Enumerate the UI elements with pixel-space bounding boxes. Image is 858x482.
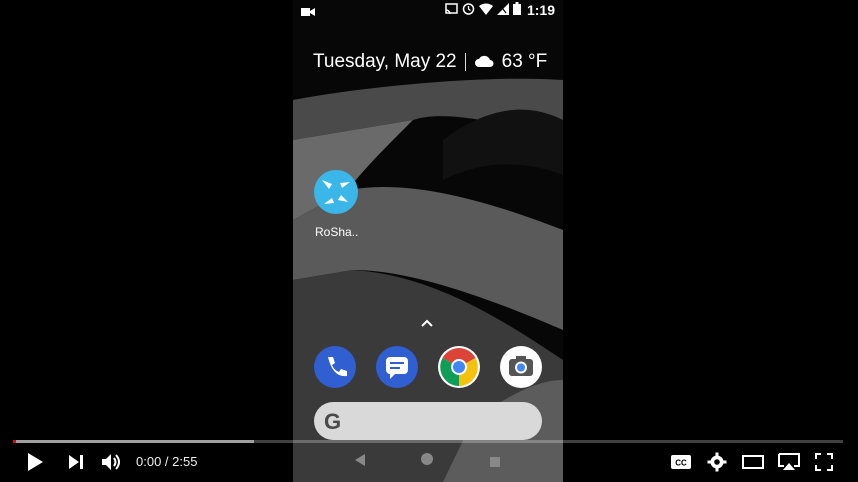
settings-gear-icon[interactable] bbox=[707, 451, 727, 473]
next-button[interactable] bbox=[68, 451, 84, 473]
recents-icon[interactable] bbox=[490, 454, 500, 472]
rosha-app-icon[interactable] bbox=[314, 170, 358, 214]
chrome-icon[interactable] bbox=[438, 346, 480, 388]
messages-icon[interactable] bbox=[376, 346, 418, 388]
time-display: 0:00 / 2:55 bbox=[136, 454, 198, 469]
back-icon[interactable] bbox=[355, 453, 365, 471]
google-search-bar[interactable]: G bbox=[314, 402, 542, 440]
played-bar bbox=[13, 440, 16, 443]
camera-icon[interactable] bbox=[500, 346, 542, 388]
cloud-icon bbox=[474, 51, 494, 73]
wifi-icon bbox=[478, 2, 493, 18]
airplay-icon[interactable] bbox=[778, 451, 800, 473]
phone-screen: 1:19 Tuesday, May 22 63 °F RoSha.. G bbox=[293, 0, 563, 482]
buffer-bar bbox=[13, 440, 254, 443]
alarm-icon bbox=[462, 2, 475, 18]
android-nav-bar bbox=[293, 446, 563, 476]
status-bar: 1:19 bbox=[293, 0, 563, 24]
weather-text: 63 °F bbox=[501, 51, 548, 72]
cast-icon bbox=[445, 2, 458, 18]
captions-button[interactable]: CC bbox=[671, 451, 691, 473]
battery-icon bbox=[512, 2, 521, 18]
fullscreen-button[interactable] bbox=[815, 451, 833, 473]
phone-icon[interactable] bbox=[314, 346, 356, 388]
app-label: RoSha.. bbox=[315, 225, 359, 239]
divider bbox=[464, 53, 466, 71]
video-camera-icon bbox=[301, 4, 315, 20]
chevron-up-icon[interactable] bbox=[421, 314, 433, 330]
signal-icon bbox=[496, 2, 509, 18]
home-icon[interactable] bbox=[420, 452, 434, 471]
date-weather-widget[interactable]: Tuesday, May 22 63 °F bbox=[313, 51, 547, 73]
date-text: Tuesday, May 22 bbox=[313, 51, 457, 72]
status-time: 1:19 bbox=[526, 2, 555, 18]
volume-button[interactable] bbox=[101, 451, 123, 473]
theater-mode-button[interactable] bbox=[742, 451, 764, 473]
svg-text:CC: CC bbox=[675, 459, 687, 468]
play-button[interactable] bbox=[26, 451, 44, 473]
google-g-icon: G bbox=[324, 409, 342, 434]
